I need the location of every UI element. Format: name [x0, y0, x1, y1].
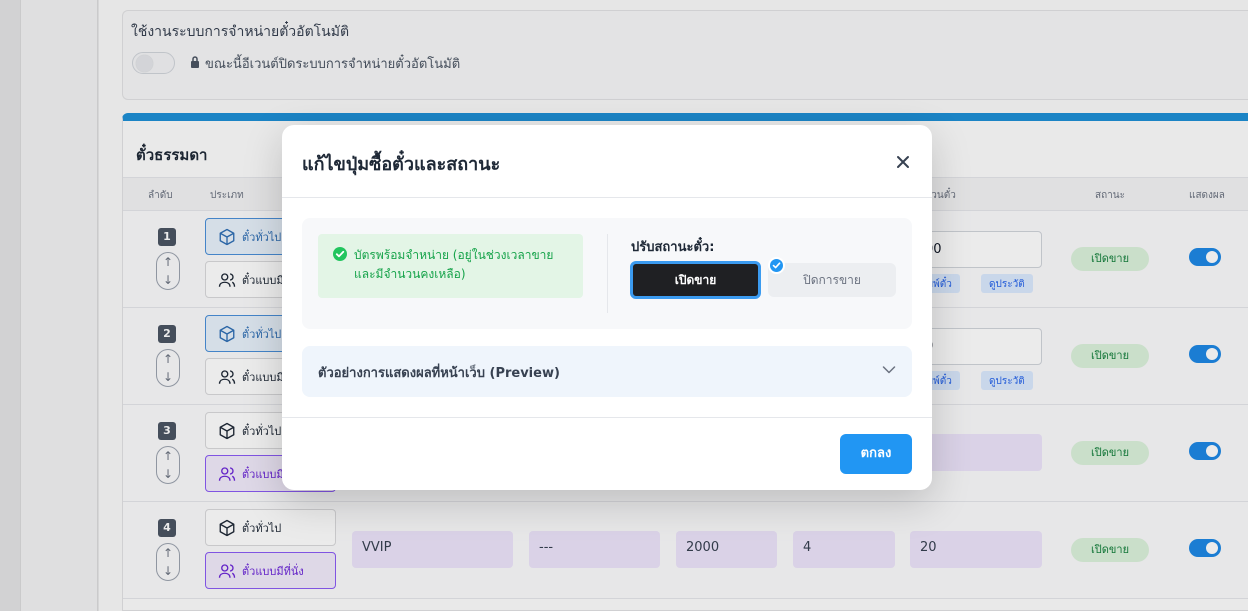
ok-button[interactable]: ตกลง: [840, 434, 912, 474]
check-icon: [772, 262, 781, 269]
open-sale-button[interactable]: เปิดขาย: [630, 261, 761, 299]
close-sale-button[interactable]: ปิดการขาย: [768, 263, 896, 297]
ready-message: บัตรพร้อมจำหน่าย (อยู่ในช่วงเวลาขาย และม…: [354, 248, 554, 281]
edit-ticket-status-modal: แก้ไขปุ่มซื้อตั๋วและสถานะ บัตรพร้อมจำหน่…: [282, 125, 932, 490]
check-circle-icon: [333, 247, 347, 261]
selected-check-badge: [768, 257, 785, 274]
modal-header: แก้ไขปุ่มซื้อตั๋วและสถานะ: [282, 125, 932, 198]
preview-accordion[interactable]: ตัวอย่างการแสดงผลที่หน้าเว็บ (Preview): [302, 346, 912, 397]
status-panel: บัตรพร้อมจำหน่าย (อยู่ในช่วงเวลาขาย และม…: [302, 218, 912, 329]
divider: [607, 234, 608, 313]
modal-footer-divider: [282, 417, 932, 418]
modal-title: แก้ไขปุ่มซื้อตั๋วและสถานะ: [302, 154, 501, 175]
close-icon[interactable]: [894, 153, 912, 171]
ready-alert: บัตรพร้อมจำหน่าย (อยู่ในช่วงเวลาขาย และม…: [318, 234, 583, 298]
chevron-down-icon: [882, 366, 896, 374]
adjust-status-label: ปรับสถานะตั๋ว:: [631, 240, 715, 255]
preview-label: ตัวอย่างการแสดงผลที่หน้าเว็บ (Preview): [318, 366, 560, 381]
